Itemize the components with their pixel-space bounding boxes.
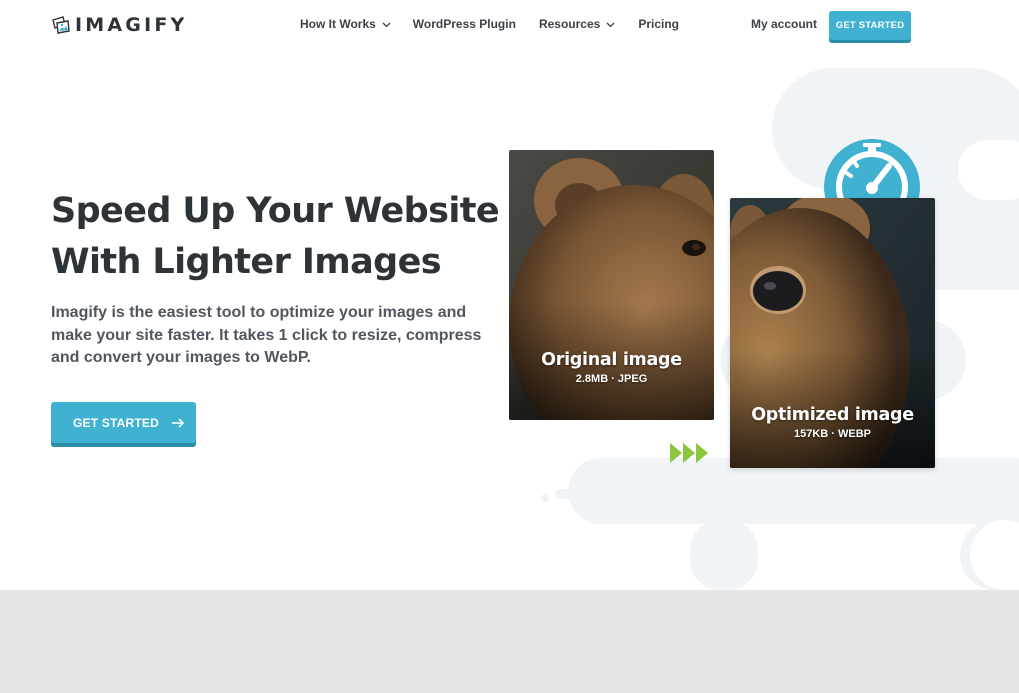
chevron-down-icon (606, 22, 615, 27)
hero-title-line: With Lighter Images (51, 242, 442, 282)
main-nav: How It Works WordPress Plugin Resources … (300, 17, 679, 31)
arrow-right-icon (171, 417, 185, 428)
optimized-image-card: Optimized image 157KB · WEBP (730, 198, 935, 468)
hero-description-line: make your site faster. It takes 1 click … (51, 326, 482, 344)
nav-item-label: WordPress Plugin (412, 17, 516, 31)
original-image-title: Original image (541, 350, 682, 370)
chevron-down-icon (382, 22, 391, 27)
nav-item-pricing[interactable]: Pricing (638, 17, 679, 31)
hero-get-started-button[interactable]: GET STARTED (51, 402, 196, 443)
nav-item-how-it-works[interactable]: How It Works (300, 17, 391, 31)
speedometer-icon (824, 139, 920, 200)
my-account-link[interactable]: My account (751, 17, 817, 31)
original-image-caption: Original image 2.8MB · JPEG (509, 350, 714, 385)
hero-title: Speed Up Your Website With Lighter Image… (51, 186, 500, 288)
hero-cta-label: GET STARTED (73, 415, 159, 430)
hero-description-line: Imagify is the easiest tool to optimize … (51, 304, 467, 321)
fast-forward-arrows-icon (670, 443, 708, 463)
nav-item-label: Resources (538, 17, 601, 31)
original-image-meta: 2.8MB · JPEG (575, 373, 648, 385)
hero-description: Imagify is the easiest tool to optimize … (51, 302, 482, 370)
nav-item-resources[interactable]: Resources (539, 17, 615, 31)
nav-item-label: How It Works (300, 17, 376, 31)
header-get-started-button[interactable]: GET STARTED (829, 11, 911, 40)
optimized-image-caption: Optimized image 157KB · WEBP (730, 405, 935, 440)
brand-name: IMAGIFY (75, 14, 188, 36)
hero-title-line: Speed Up Your Website (51, 191, 500, 231)
site-header: IMAGIFY How It Works WordPress Plugin Re… (0, 0, 1019, 52)
next-section-band (0, 590, 1019, 693)
original-image-card: Original image 2.8MB · JPEG (509, 150, 714, 420)
nav-item-wordpress-plugin[interactable]: WordPress Plugin (413, 17, 516, 31)
optimized-image-title: Optimized image (751, 405, 914, 425)
brand-logo[interactable]: IMAGIFY (51, 14, 187, 36)
optimized-image-meta: 157KB · WEBP (793, 428, 872, 440)
hero-description-line: and convert your images to WebP. (51, 349, 311, 366)
nav-item-label: Pricing (638, 17, 679, 31)
imagify-logo-icon (52, 16, 70, 34)
